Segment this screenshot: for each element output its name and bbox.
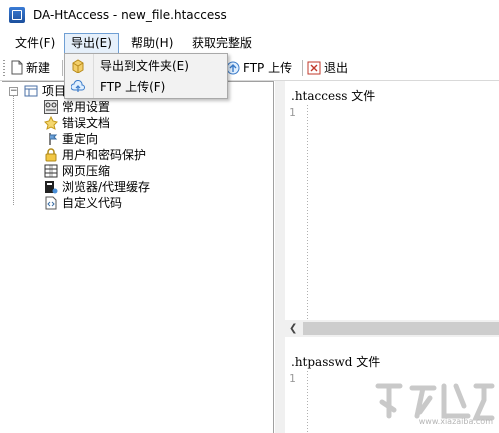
new-file-icon <box>11 60 23 80</box>
code-doc-icon <box>44 196 58 210</box>
folder-box-icon <box>71 59 85 74</box>
tree-item-compression[interactable]: 网页压缩 <box>44 163 110 179</box>
settings-icon <box>44 100 58 114</box>
watermark-logo: www.xiazaiba.com <box>372 378 497 428</box>
tree-item-redirect[interactable]: 重定向 <box>44 131 98 147</box>
menu-get-full-version[interactable]: 获取完整版 <box>186 35 258 52</box>
tree-item-label: 常用设置 <box>62 100 111 114</box>
tree-item-common-settings[interactable]: 常用设置 <box>44 99 110 115</box>
tree-item-error-docs[interactable]: 错误文档 <box>44 115 110 131</box>
tree-connector-line <box>13 96 14 206</box>
menu-item-label: FTP 上传(F) <box>100 80 166 94</box>
menu-item-ftp-upload[interactable]: FTP 上传(F) <box>65 77 227 97</box>
tree-item-label: 用户和密码保护 <box>62 148 147 162</box>
tree-collapse-toggle[interactable]: − <box>9 87 18 96</box>
tree-item-password-protect[interactable]: 用户和密码保护 <box>44 147 146 163</box>
htpasswd-line-number: 1 <box>289 372 296 385</box>
new-button[interactable]: 新建 <box>11 59 50 77</box>
scroll-left-arrow-icon[interactable]: ❮ <box>289 323 299 334</box>
tree-item-custom-code[interactable]: 自定义代码 <box>44 195 122 211</box>
menu-item-export-to-folder[interactable]: 导出到文件夹(E) <box>65 56 227 76</box>
lock-icon <box>44 148 58 162</box>
title-bar: DA-HtAccess - new_file.htaccess <box>0 0 499 30</box>
tree-item-browser-cache[interactable]: 浏览器/代理缓存 <box>44 179 150 195</box>
menu-help[interactable]: 帮助(H) <box>125 35 179 52</box>
ftp-upload-button[interactable]: FTP 上传 <box>226 59 292 77</box>
scrollbar-thumb[interactable] <box>303 322 499 335</box>
cloud-upload-icon <box>226 61 240 80</box>
exit-button[interactable]: 退出 <box>307 59 348 77</box>
exit-icon <box>307 61 321 80</box>
compress-icon <box>44 164 58 178</box>
tree-root-project[interactable]: 项目 <box>24 83 66 99</box>
toolbar-grip[interactable] <box>3 60 5 76</box>
menu-export[interactable]: 导出(E) <box>64 33 119 54</box>
panel-splitter[interactable] <box>275 81 285 433</box>
menu-item-label: 导出到文件夹(E) <box>100 59 189 73</box>
htaccess-heading: .htaccess 文件 <box>291 89 376 103</box>
new-button-label: 新建 <box>26 61 51 75</box>
toolbar-separator <box>302 60 303 76</box>
tree-root-label: 项目 <box>42 84 67 98</box>
menu-file[interactable]: 文件(F) <box>9 35 61 52</box>
exit-label: 退出 <box>324 61 349 75</box>
toolbar-separator <box>62 60 63 76</box>
window-title: DA-HtAccess - new_file.htaccess <box>33 8 227 22</box>
export-dropdown-menu: 导出到文件夹(E) FTP 上传(F) <box>64 53 228 99</box>
htpasswd-gutter <box>307 371 308 433</box>
error-doc-icon <box>44 115 58 130</box>
project-tree-panel[interactable] <box>2 81 274 433</box>
htaccess-line-number: 1 <box>289 106 296 119</box>
app-icon <box>9 7 25 23</box>
tree-item-label: 错误文档 <box>62 116 111 130</box>
tree-item-label: 重定向 <box>62 132 99 146</box>
project-icon <box>24 84 38 98</box>
redirect-icon <box>44 132 58 146</box>
tree-item-label: 浏览器/代理缓存 <box>62 180 151 194</box>
ftp-upload-label: FTP 上传 <box>243 61 293 75</box>
tree-item-label: 网页压缩 <box>62 164 111 178</box>
cache-icon <box>44 180 58 194</box>
watermark-text: www.xiazaiba.com <box>418 417 493 426</box>
tree-item-label: 自定义代码 <box>62 196 123 210</box>
htaccess-editor[interactable] <box>309 103 497 318</box>
menu-bar: 文件(F) 导出(E) 帮助(H) 获取完整版 <box>0 32 499 54</box>
cloud-upload-icon <box>70 80 85 94</box>
htaccess-gutter <box>307 105 308 319</box>
htpasswd-heading: .htpasswd 文件 <box>291 355 381 369</box>
